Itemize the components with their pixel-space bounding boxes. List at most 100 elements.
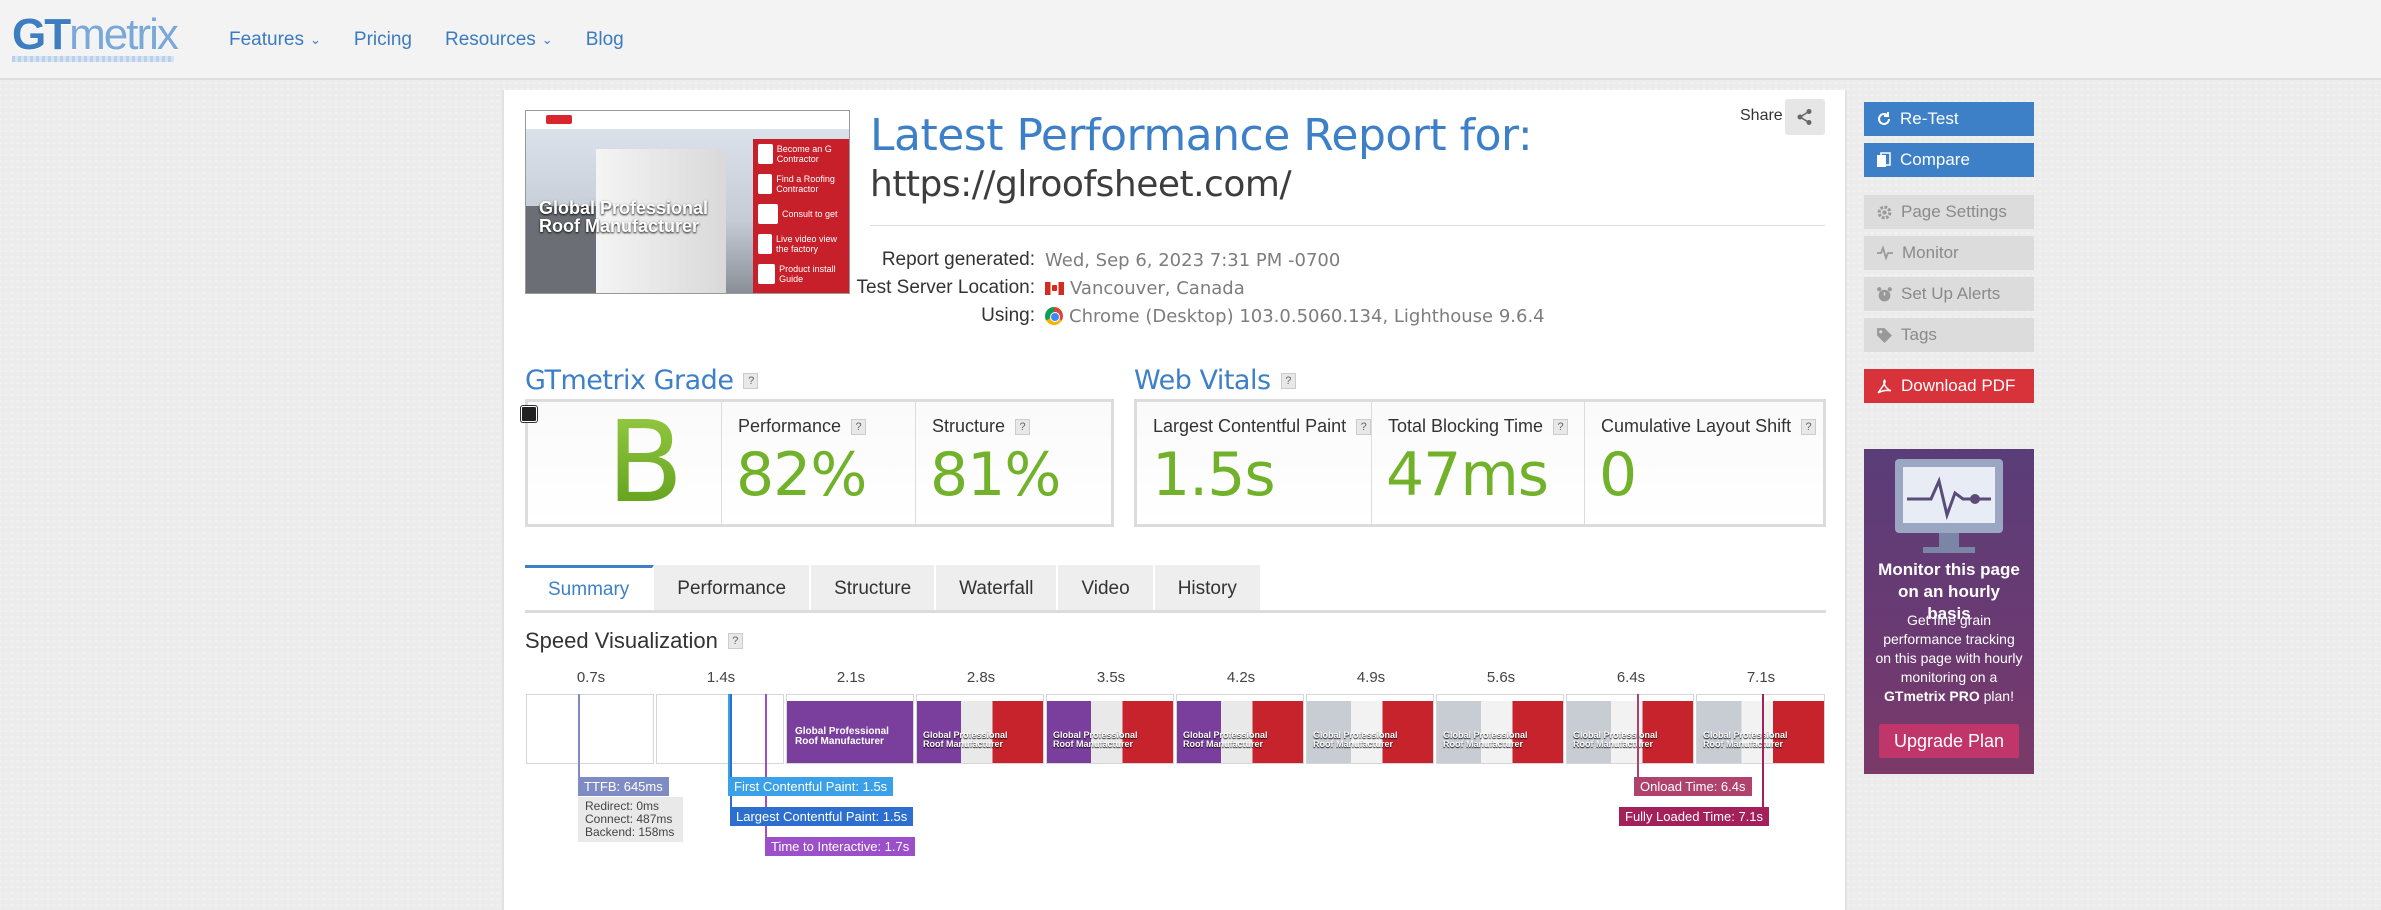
download-pdf-label: Download PDF	[1901, 376, 2016, 395]
thumbnail-panel-item: Consult to get	[758, 201, 849, 227]
nav-resources[interactable]: Resources ⌄	[445, 29, 553, 51]
report-url[interactable]: https://glroofsheet.com/	[870, 164, 1292, 205]
performance-label: Performance	[738, 416, 842, 436]
filmstrip-frame[interactable]: Global Professional Roof Manufacturer	[1696, 694, 1825, 764]
report-generated-value: Wed, Sep 6, 2023 7:31 PM -0700	[1045, 249, 1341, 271]
tab-history[interactable]: History	[1154, 565, 1262, 612]
nav-blog-label: Blog	[585, 29, 624, 50]
title-divider	[870, 225, 1825, 226]
gtmetrix-grade-heading: GTmetrix Grade?	[525, 365, 759, 396]
frame-caption: Global Professional Roof Manufacturer	[1573, 731, 1658, 749]
page-settings-button[interactable]: Page Settings	[1864, 195, 2034, 229]
logo-gt: GT	[12, 10, 71, 59]
retest-button[interactable]: Re-Test	[1864, 102, 2034, 136]
retest-label: Re-Test	[1900, 109, 1959, 128]
page-screenshot-thumbnail[interactable]: Global Professional Roof Manufacturer Bec…	[525, 110, 850, 294]
gtmetrix-logo[interactable]: GTmetrix	[12, 10, 179, 60]
help-icon[interactable]: ?	[1356, 418, 1372, 435]
promo-text-2: plan!	[1983, 688, 2014, 704]
set-up-alerts-button[interactable]: Set Up Alerts	[1864, 277, 2034, 311]
help-icon[interactable]: ?	[1801, 418, 1817, 435]
filmstrip-frame[interactable]: Global Professional Roof Manufacturer	[1046, 694, 1174, 764]
monitor-button[interactable]: Monitor	[1864, 236, 2034, 270]
timeline-tick: 2.8s	[966, 669, 996, 686]
report-title: Latest Performance Report for:	[870, 110, 1533, 161]
frame-caption: Global Professional Roof Manufacturer	[1703, 731, 1788, 749]
help-icon[interactable]: ?	[1015, 418, 1031, 435]
logo-underline	[12, 56, 174, 62]
compare-icon	[1877, 152, 1891, 167]
tti-marker: Time to Interactive: 1.7s	[765, 837, 916, 856]
help-icon[interactable]: ?	[1553, 418, 1569, 435]
grade-badge-icon	[521, 406, 537, 422]
tabs-underline	[525, 610, 1826, 613]
promo-text-1: Get fine grain performance tracking on t…	[1875, 612, 2023, 685]
download-pdf-button[interactable]: Download PDF	[1864, 369, 2034, 403]
backend-time: Backend: 158ms	[585, 825, 675, 839]
lcp-value: 1.5s	[1152, 440, 1276, 510]
help-icon[interactable]: ?	[851, 418, 867, 435]
fully-loaded-marker: Fully Loaded Time: 7.1s	[1619, 807, 1770, 826]
compare-button[interactable]: Compare	[1864, 143, 2034, 177]
frame-caption-2: Roof Manufacturer	[1703, 739, 1784, 749]
timeline-tick: 2.1s	[836, 669, 866, 686]
thumbnail-panel-text: Become an G Contractor	[776, 144, 832, 164]
main-nav: Features ⌄ Pricing Resources ⌄ Blog	[229, 29, 657, 51]
using-row: Using: Chrome (Desktop) 103.0.5060.134, …	[855, 305, 1545, 327]
structure-label-wrap: Structure?	[932, 416, 1031, 437]
tags-button[interactable]: Tags	[1864, 318, 2034, 352]
frame-caption-2: Roof Manufacturer	[1053, 739, 1134, 749]
frame-caption-2: Roof Manufacturer	[1443, 739, 1524, 749]
nav-pricing[interactable]: Pricing	[354, 29, 412, 51]
frame-caption: Global Professional Roof Manufacturer	[923, 731, 1008, 749]
tab-video[interactable]: Video	[1058, 565, 1155, 612]
tab-structure[interactable]: Structure	[811, 565, 937, 612]
tab-summary[interactable]: Summary	[525, 565, 655, 612]
tab-waterfall[interactable]: Waterfall	[936, 565, 1059, 612]
filmstrip-frame[interactable]: Global Professional Roof Manufacturer	[1306, 694, 1434, 764]
thumbnail-panel-text: Live video view the factory	[776, 234, 838, 254]
monitor-icon	[1895, 459, 2003, 553]
onload-marker: Onload Time: 6.4s	[1634, 777, 1752, 796]
nav-features[interactable]: Features ⌄	[229, 29, 321, 51]
nav-features-label: Features	[229, 29, 304, 50]
share-button[interactable]	[1785, 99, 1825, 135]
filmstrip-frame[interactable]: Global Professional Roof Manufacturer	[1176, 694, 1304, 764]
frame-nav	[787, 695, 913, 701]
filmstrip-frame[interactable]: Global Professional Roof Manufacturer	[1436, 694, 1564, 764]
tab-performance[interactable]: Performance	[654, 565, 812, 612]
vitals-divider	[1371, 402, 1372, 524]
using-value: Chrome (Desktop) 103.0.5060.134, Lightho…	[1069, 305, 1545, 327]
tbt-label: Total Blocking Time	[1388, 416, 1544, 436]
ttfb-marker: TTFB: 645ms	[578, 777, 669, 796]
frame-nav	[917, 695, 1043, 701]
filmstrip-frame[interactable]	[526, 694, 654, 764]
nav-blog[interactable]: Blog	[586, 29, 624, 51]
filmstrip-frame[interactable]: Global Professional Roof Manufacturer	[1566, 694, 1694, 764]
help-icon[interactable]: ?	[743, 372, 759, 389]
thumbnail-panel-text: Consult to get	[782, 209, 838, 219]
help-icon[interactable]: ?	[1280, 372, 1296, 389]
cls-label: Cumulative Layout Shift	[1601, 416, 1792, 436]
grade-divider	[915, 402, 916, 524]
pulse-icon	[1877, 245, 1893, 261]
frame-nav	[1697, 695, 1824, 701]
filmstrip-frame[interactable]: Global Professional Roof Manufacturer	[916, 694, 1044, 764]
report-generated-label: Report generated:	[881, 249, 1035, 270]
help-icon[interactable]: ?	[727, 633, 743, 649]
speed-visualization-heading: Speed Visualization?	[525, 628, 743, 654]
share-icon	[1797, 109, 1812, 125]
fully-loaded-line	[1762, 694, 1764, 807]
frame-nav	[1437, 695, 1563, 701]
user-icon	[758, 174, 773, 194]
thumbnail-headline-2: Roof Manufacturer	[539, 216, 700, 236]
chat-icon	[758, 204, 778, 224]
upgrade-plan-button[interactable]: Upgrade Plan	[1879, 724, 2019, 758]
frame-caption: Global Professional Roof Manufacturer	[1053, 731, 1138, 749]
thumbnail-panel-item: Live video view the factory	[758, 231, 849, 257]
frame-caption-2: Roof Manufacturer	[923, 739, 1004, 749]
filmstrip-frame[interactable]: Global Professional Roof Manufacturer	[786, 694, 914, 764]
user-icon	[758, 144, 773, 164]
chrome-icon	[1045, 307, 1063, 325]
chevron-down-icon: ⌄	[541, 32, 553, 47]
